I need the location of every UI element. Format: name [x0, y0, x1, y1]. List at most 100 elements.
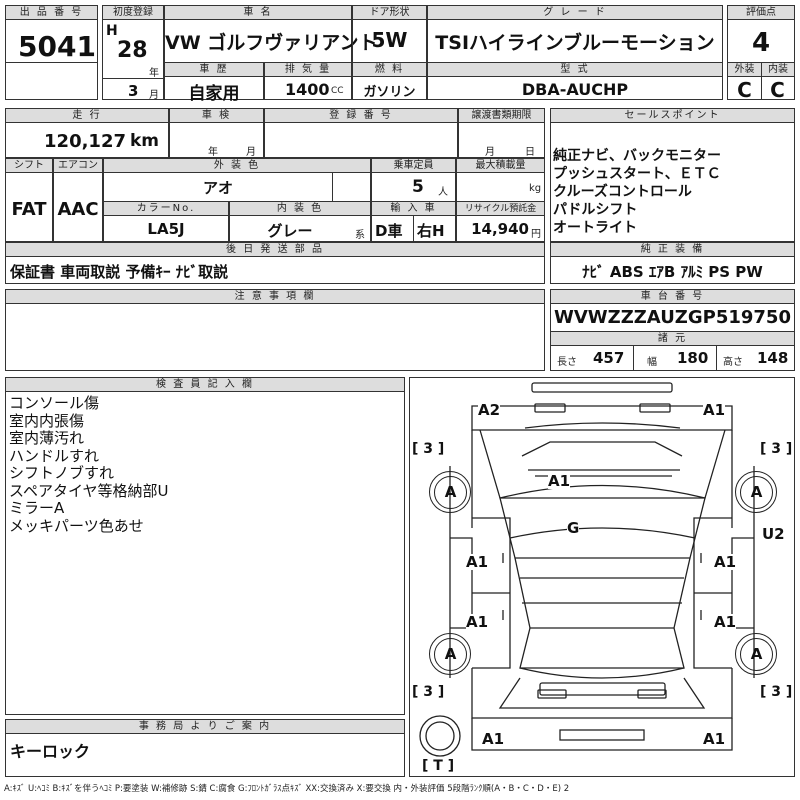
genuine-equipment-box: 純 正 装 備 ﾅﾋﾞ ABS ｴｱB ｱﾙﾐ PS PW [550, 242, 795, 284]
wheel-mark: A [434, 476, 467, 509]
office-header: 事 務 局 よ り ご 案 内 [6, 720, 404, 734]
fuel-header: 燃 料 [353, 63, 426, 77]
bracket-3-rear-right: [ 3 ] [760, 684, 793, 700]
wheel-mark: A [740, 476, 773, 509]
sales-point: オートライト [553, 220, 637, 236]
inspector-line: シフトノブすれ [9, 464, 115, 482]
damage-mark: A1 [714, 613, 737, 631]
color-no-header: カラーNo. [104, 202, 228, 216]
transfer-month: 月 [485, 147, 495, 158]
color-no-box: カラーNo. LA5J [103, 201, 229, 242]
displacement: 1400 [285, 80, 330, 99]
displacement-header: 排 気 量 [265, 63, 351, 77]
sales-point: 純正ナビ、バックモニター [553, 148, 721, 164]
bracket-t: [ T ] [422, 758, 455, 774]
fuel: ガソリン [363, 85, 416, 100]
sales-header: セールスポイント [551, 109, 794, 123]
sales-point: パドルシフト [553, 202, 638, 218]
inspector-line: コンソール傷 [9, 394, 100, 412]
bracket-3-front-right: [ 3 ] [760, 441, 793, 457]
inspector-box: 検 査 員 記 入 欄 コンソール傷 室内内張傷 室内薄汚れ ハンドルすれ シフ… [5, 377, 405, 715]
ac: AAC [57, 199, 99, 220]
reg-month: 3 [128, 82, 139, 100]
office-box: 事 務 局 よ り ご 案 内 キーロック [5, 719, 405, 777]
inspection-box: 車 検 年 月 [169, 108, 264, 158]
lot-number-box: 出 品 番 号 5041 [5, 5, 98, 100]
month-suffix: 月 [149, 90, 159, 101]
load-unit: kg [529, 183, 542, 194]
width: 180 [677, 349, 709, 367]
first-registration-box: 初度登録 H 28 年 3 月 [102, 5, 164, 101]
length: 457 [593, 349, 625, 367]
legend: A:ｷｽﾞ U:ﾍｺﾐ B:ｷｽﾞを伴うﾍｺﾐ P:要塗装 W:補修跡 S:錆 … [4, 784, 570, 794]
shift-header: シフト [6, 159, 52, 173]
chassis-header: 車 台 番 号 [551, 290, 794, 304]
era: H [106, 23, 118, 39]
interior-color: グレー [267, 222, 313, 240]
recycle-box: リサイクル預託金 14,940 円 [456, 201, 545, 242]
damage-mark: A1 [703, 730, 726, 748]
mileage-header: 走 行 [6, 109, 168, 123]
model-box: 型 式 DBA-AUCHP [427, 62, 723, 100]
inspection-year: 年 [208, 147, 218, 158]
length-label: 長さ [557, 357, 577, 368]
model: DBA-AUCHP [521, 80, 629, 99]
door-type: 5W [371, 28, 408, 52]
interior-color-header: 内 装 色 [230, 202, 370, 216]
lot-number: 5041 [18, 30, 96, 63]
sales-point: クルーズコントロール [553, 184, 692, 200]
car-name-box: 車 名 VW ゴルフヴァリアント [164, 5, 378, 63]
steering: 右H [417, 222, 445, 240]
recycle-unit: 円 [531, 229, 541, 240]
car-name-header: 車 名 [165, 6, 351, 20]
damage-mark: A1 [466, 613, 489, 631]
notes-box: 注 意 事 項 欄 [5, 289, 545, 371]
wheel-mark: A [434, 638, 467, 671]
recycle: 14,940 [471, 220, 529, 238]
history-header: 車 歴 [165, 63, 263, 77]
damage-mark: A1 [548, 472, 571, 490]
model-header: 型 式 [428, 63, 722, 77]
first-reg-header: 初度登録 [103, 6, 163, 20]
inspection-month: 月 [246, 147, 256, 158]
load-box: 最大積載量 kg [456, 158, 545, 202]
plate-header: 登 録 番 号 [265, 109, 457, 123]
fuel-box: 燃 料 ガソリン [352, 62, 427, 100]
wheel-front-right: A [735, 471, 777, 513]
dims-header: 諸 元 [551, 331, 794, 346]
bracket-3-front-left: [ 3 ] [412, 441, 445, 457]
grade-box: グ レ ー ド TSIハイラインブルーモーション [427, 5, 723, 63]
color-no: LA5J [147, 220, 185, 238]
later-parts-box: 後 日 発 送 部 品 保証書 車両取説 予備ｷｰ ﾅﾋﾞ取説 [5, 242, 545, 284]
history-box: 車 歴 自家用 [164, 62, 264, 104]
width-label: 幅 [647, 357, 657, 368]
displacement-unit: CC [331, 86, 344, 96]
office-text: キーロック [10, 742, 91, 761]
door-header: ドア形状 [353, 6, 426, 20]
history: 自家用 [188, 84, 240, 104]
later-parts-header: 後 日 発 送 部 品 [6, 243, 544, 257]
exterior-grade: C [737, 78, 752, 102]
car-name: VW ゴルフヴァリアント [165, 32, 378, 54]
height-label: 高さ [723, 357, 743, 368]
later-parts: 保証書 車両取説 予備ｷｰ ﾅﾋﾞ取説 [10, 263, 229, 281]
shift-box: シフト FAT [5, 158, 53, 242]
inspection-header: 車 検 [170, 109, 263, 123]
capacity-unit: 人 [438, 187, 448, 198]
ac-header: エアコン [54, 159, 102, 173]
car-outline [419, 382, 755, 757]
ac-box: エアコン AAC [53, 158, 103, 242]
interior-header: 内装 [761, 63, 794, 77]
import-header: 輸 入 車 [372, 202, 455, 216]
wheel-front-left: A [429, 471, 471, 513]
wheel-mark: A [740, 638, 773, 671]
height: 148 [757, 349, 789, 367]
genuine-header: 純 正 装 備 [551, 243, 794, 257]
bracket-3-rear-left: [ 3 ] [412, 684, 445, 700]
inspector-line: メッキパーツ色あせ [9, 516, 144, 535]
reg-year: 28 [117, 38, 148, 63]
capacity-box: 乗車定員 5 人 [371, 158, 456, 202]
displacement-box: 排 気 量 1400 CC [264, 62, 352, 100]
mileage: 120,127 [44, 131, 126, 152]
inspector-header: 検 査 員 記 入 欄 [6, 378, 404, 392]
